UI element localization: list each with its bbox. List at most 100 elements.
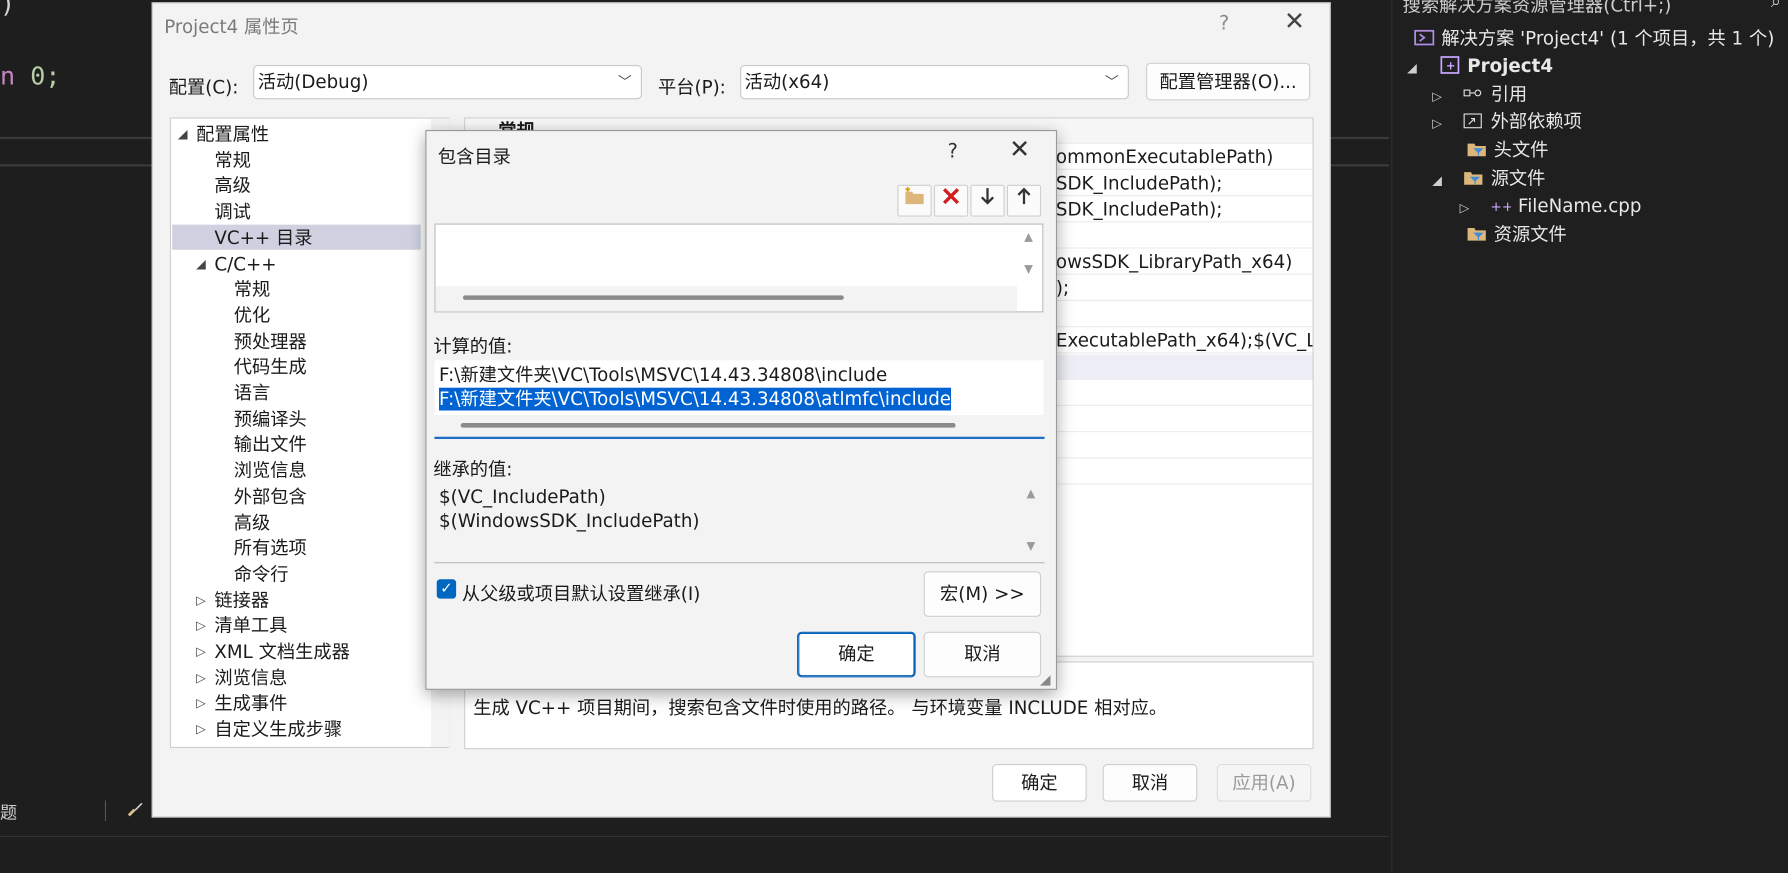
config-manager-button[interactable]: 配置管理器(O)... (1146, 62, 1311, 101)
tree-item[interactable]: 所有选项 (171, 535, 429, 561)
property-value: SDK_IncludePath); (1055, 198, 1223, 221)
directory-list[interactable]: ▲ ▼ (434, 223, 1044, 313)
se-item-label: 引用 (1490, 83, 1528, 105)
tree-item[interactable]: 预编译头 (171, 406, 429, 432)
collapse-icon[interactable]: ◢ (1432, 168, 1446, 195)
cpp-file-icon: ++ (1491, 195, 1514, 215)
scroll-down-icon[interactable]: ▼ (1021, 263, 1037, 276)
tree-item[interactable]: 预处理器 (171, 328, 429, 354)
tree-item-label: 链接器 (214, 589, 270, 611)
tree-item[interactable]: 高级 (171, 509, 429, 535)
search-icon[interactable]: ⌕ (1771, 0, 1781, 13)
computed-value-line: F:\新建文件夹\VC\Tools\MSVC\14.43.34808\inclu… (439, 363, 888, 386)
tree-item-label: 预处理器 (233, 330, 307, 352)
code-fragment-line: n 0; (0, 63, 60, 92)
project-label: Project4 (1467, 54, 1554, 77)
h-scrollbar-thumb[interactable] (462, 295, 844, 300)
cancel-button[interactable]: 取消 (923, 631, 1042, 678)
focus-underline (434, 436, 1045, 440)
tree-item[interactable]: 命令行 (171, 561, 429, 587)
macros-button[interactable]: 宏(M) >> (923, 571, 1042, 617)
scroll-up-icon[interactable]: ▲ (1023, 488, 1039, 501)
expand-icon[interactable]: ▷ (1460, 195, 1474, 222)
se-item-label: FileName.cpp (1518, 194, 1642, 217)
se-item-resource-files[interactable]: 资源文件 (1466, 221, 1567, 248)
ok-button[interactable]: 确定 (797, 631, 916, 678)
tree-item[interactable]: 优化 (171, 302, 429, 328)
inherit-checkbox[interactable]: ✓ (436, 579, 457, 599)
tree-item[interactable]: ▷ 清单工具 (171, 613, 429, 639)
resize-grip-icon[interactable]: ◢ (1040, 672, 1051, 688)
inherit-checkbox-label[interactable]: 从父级或项目默认设置继承(I) (462, 578, 701, 605)
se-item-header-files[interactable]: 头文件 (1466, 137, 1549, 164)
editor-divider (0, 136, 154, 140)
expand-icon[interactable]: ▷ (196, 690, 206, 716)
cancel-button[interactable]: 取消 (1102, 764, 1198, 802)
tree-item[interactable]: 常规 (171, 276, 429, 302)
tree-item[interactable]: 外部包含 (171, 483, 429, 509)
tree-item[interactable]: ▷ 链接器 (171, 587, 429, 613)
apply-button[interactable]: 应用(A) (1216, 764, 1312, 802)
tree-item[interactable]: ▷ 浏览信息 (171, 664, 429, 690)
config-select[interactable]: 活动(Debug) ﹀ (253, 64, 642, 100)
move-up-icon[interactable] (1006, 184, 1042, 217)
se-item-source-files[interactable]: ◢ 源文件 (1432, 165, 1545, 192)
solution-node[interactable]: 解决方案 'Project4' (1 个项目，共 1 个) (1414, 25, 1774, 52)
expand-icon[interactable]: ▷ (1432, 111, 1446, 138)
editor-divider (1329, 136, 1389, 140)
project-node[interactable]: ◢ + Project4 (1407, 52, 1553, 79)
se-item-references[interactable]: ▷ 引用 (1432, 81, 1527, 108)
property-tree: ◢ 配置属性 常规 高级 调试 VC++ 目录 ◢ C/C++ 常规 优化 预处理器 代码生成 语言 预编… (169, 117, 450, 749)
help-button[interactable]: ? (1219, 13, 1229, 36)
description-text: 生成 VC++ 项目期间，搜索包含文件时使用的路径。 与环境变量 INCLUDE… (473, 696, 1168, 719)
tree-item[interactable]: ▷ 自定义生成步骤 (171, 716, 429, 742)
se-item-cpp-file[interactable]: ▷ ++ FileName.cpp (1460, 193, 1642, 220)
expand-icon[interactable]: ▷ (196, 716, 206, 742)
v-scrollbar-track[interactable] (1016, 360, 1044, 416)
new-folder-icon[interactable] (897, 184, 932, 217)
tree-item[interactable]: 语言 (171, 380, 429, 406)
expand-icon[interactable]: ▷ (196, 613, 206, 639)
expand-icon[interactable]: ▷ (196, 639, 206, 665)
close-icon[interactable]: ✕ (1284, 8, 1305, 37)
scroll-up-icon[interactable]: ▲ (1021, 231, 1037, 244)
scroll-down-icon[interactable]: ▼ (1023, 541, 1039, 554)
close-icon[interactable]: ✕ (1009, 136, 1030, 165)
computed-values: F:\新建文件夹\VC\Tools\MSVC\14.43.34808\inclu… (434, 360, 1017, 416)
tree-item[interactable]: ▷ XML 文档生成器 (171, 639, 429, 665)
ok-button[interactable]: 确定 (992, 764, 1087, 802)
expand-icon[interactable]: ▷ (196, 587, 206, 613)
property-value: ); (1055, 277, 1070, 299)
help-button[interactable]: ? (948, 140, 958, 163)
tree-item[interactable]: ◢ C/C++ (171, 250, 429, 276)
inherited-value-line: $(WindowsSDK_IncludePath) (439, 509, 700, 532)
collapse-icon[interactable]: ◢ (1407, 55, 1421, 82)
tree-item[interactable]: 高级 (171, 173, 429, 199)
tree-item[interactable]: 输出文件 (171, 431, 429, 457)
tree-item-label: VC++ 目录 (214, 226, 313, 249)
platform-select[interactable]: 活动(x64) ﹀ (740, 64, 1129, 100)
tree-item-label: 浏览信息 (214, 666, 288, 689)
tree-item[interactable]: ◢ 配置属性 (171, 121, 429, 147)
se-item-external-deps[interactable]: ▷ 外部依赖项 (1432, 108, 1582, 135)
computed-label: 计算的值: (433, 335, 513, 357)
tree-item[interactable]: VC++ 目录 (171, 224, 429, 250)
move-down-icon[interactable] (970, 184, 1005, 217)
h-scrollbar-thumb[interactable] (460, 423, 956, 428)
tree-item[interactable]: ▷ 生成事件 (171, 690, 429, 716)
collapse-icon[interactable]: ◢ (196, 250, 206, 276)
se-search-input[interactable]: 搜索解决方案资源管理器(Ctrl+;) (1403, 0, 1672, 17)
tree-item-label: 调试 (214, 200, 251, 223)
expand-icon[interactable]: ▷ (196, 664, 206, 690)
delete-icon[interactable] (933, 184, 969, 217)
se-item-label: 源文件 (1490, 167, 1546, 190)
tree-item[interactable]: 常规 (171, 147, 429, 173)
tree-item[interactable]: 代码生成 (171, 354, 429, 380)
brush-icon[interactable] (125, 798, 146, 823)
collapse-icon[interactable]: ◢ (178, 121, 188, 147)
tree-item[interactable]: 调试 (171, 199, 429, 225)
computed-value-line-selected[interactable]: F:\新建文件夹\VC\Tools\MSVC\14.43.34808\atlmf… (439, 387, 952, 411)
tree-item[interactable]: 浏览信息 (171, 457, 429, 483)
tree-item-label: 清单工具 (214, 614, 288, 637)
expand-icon[interactable]: ▷ (1432, 83, 1446, 110)
